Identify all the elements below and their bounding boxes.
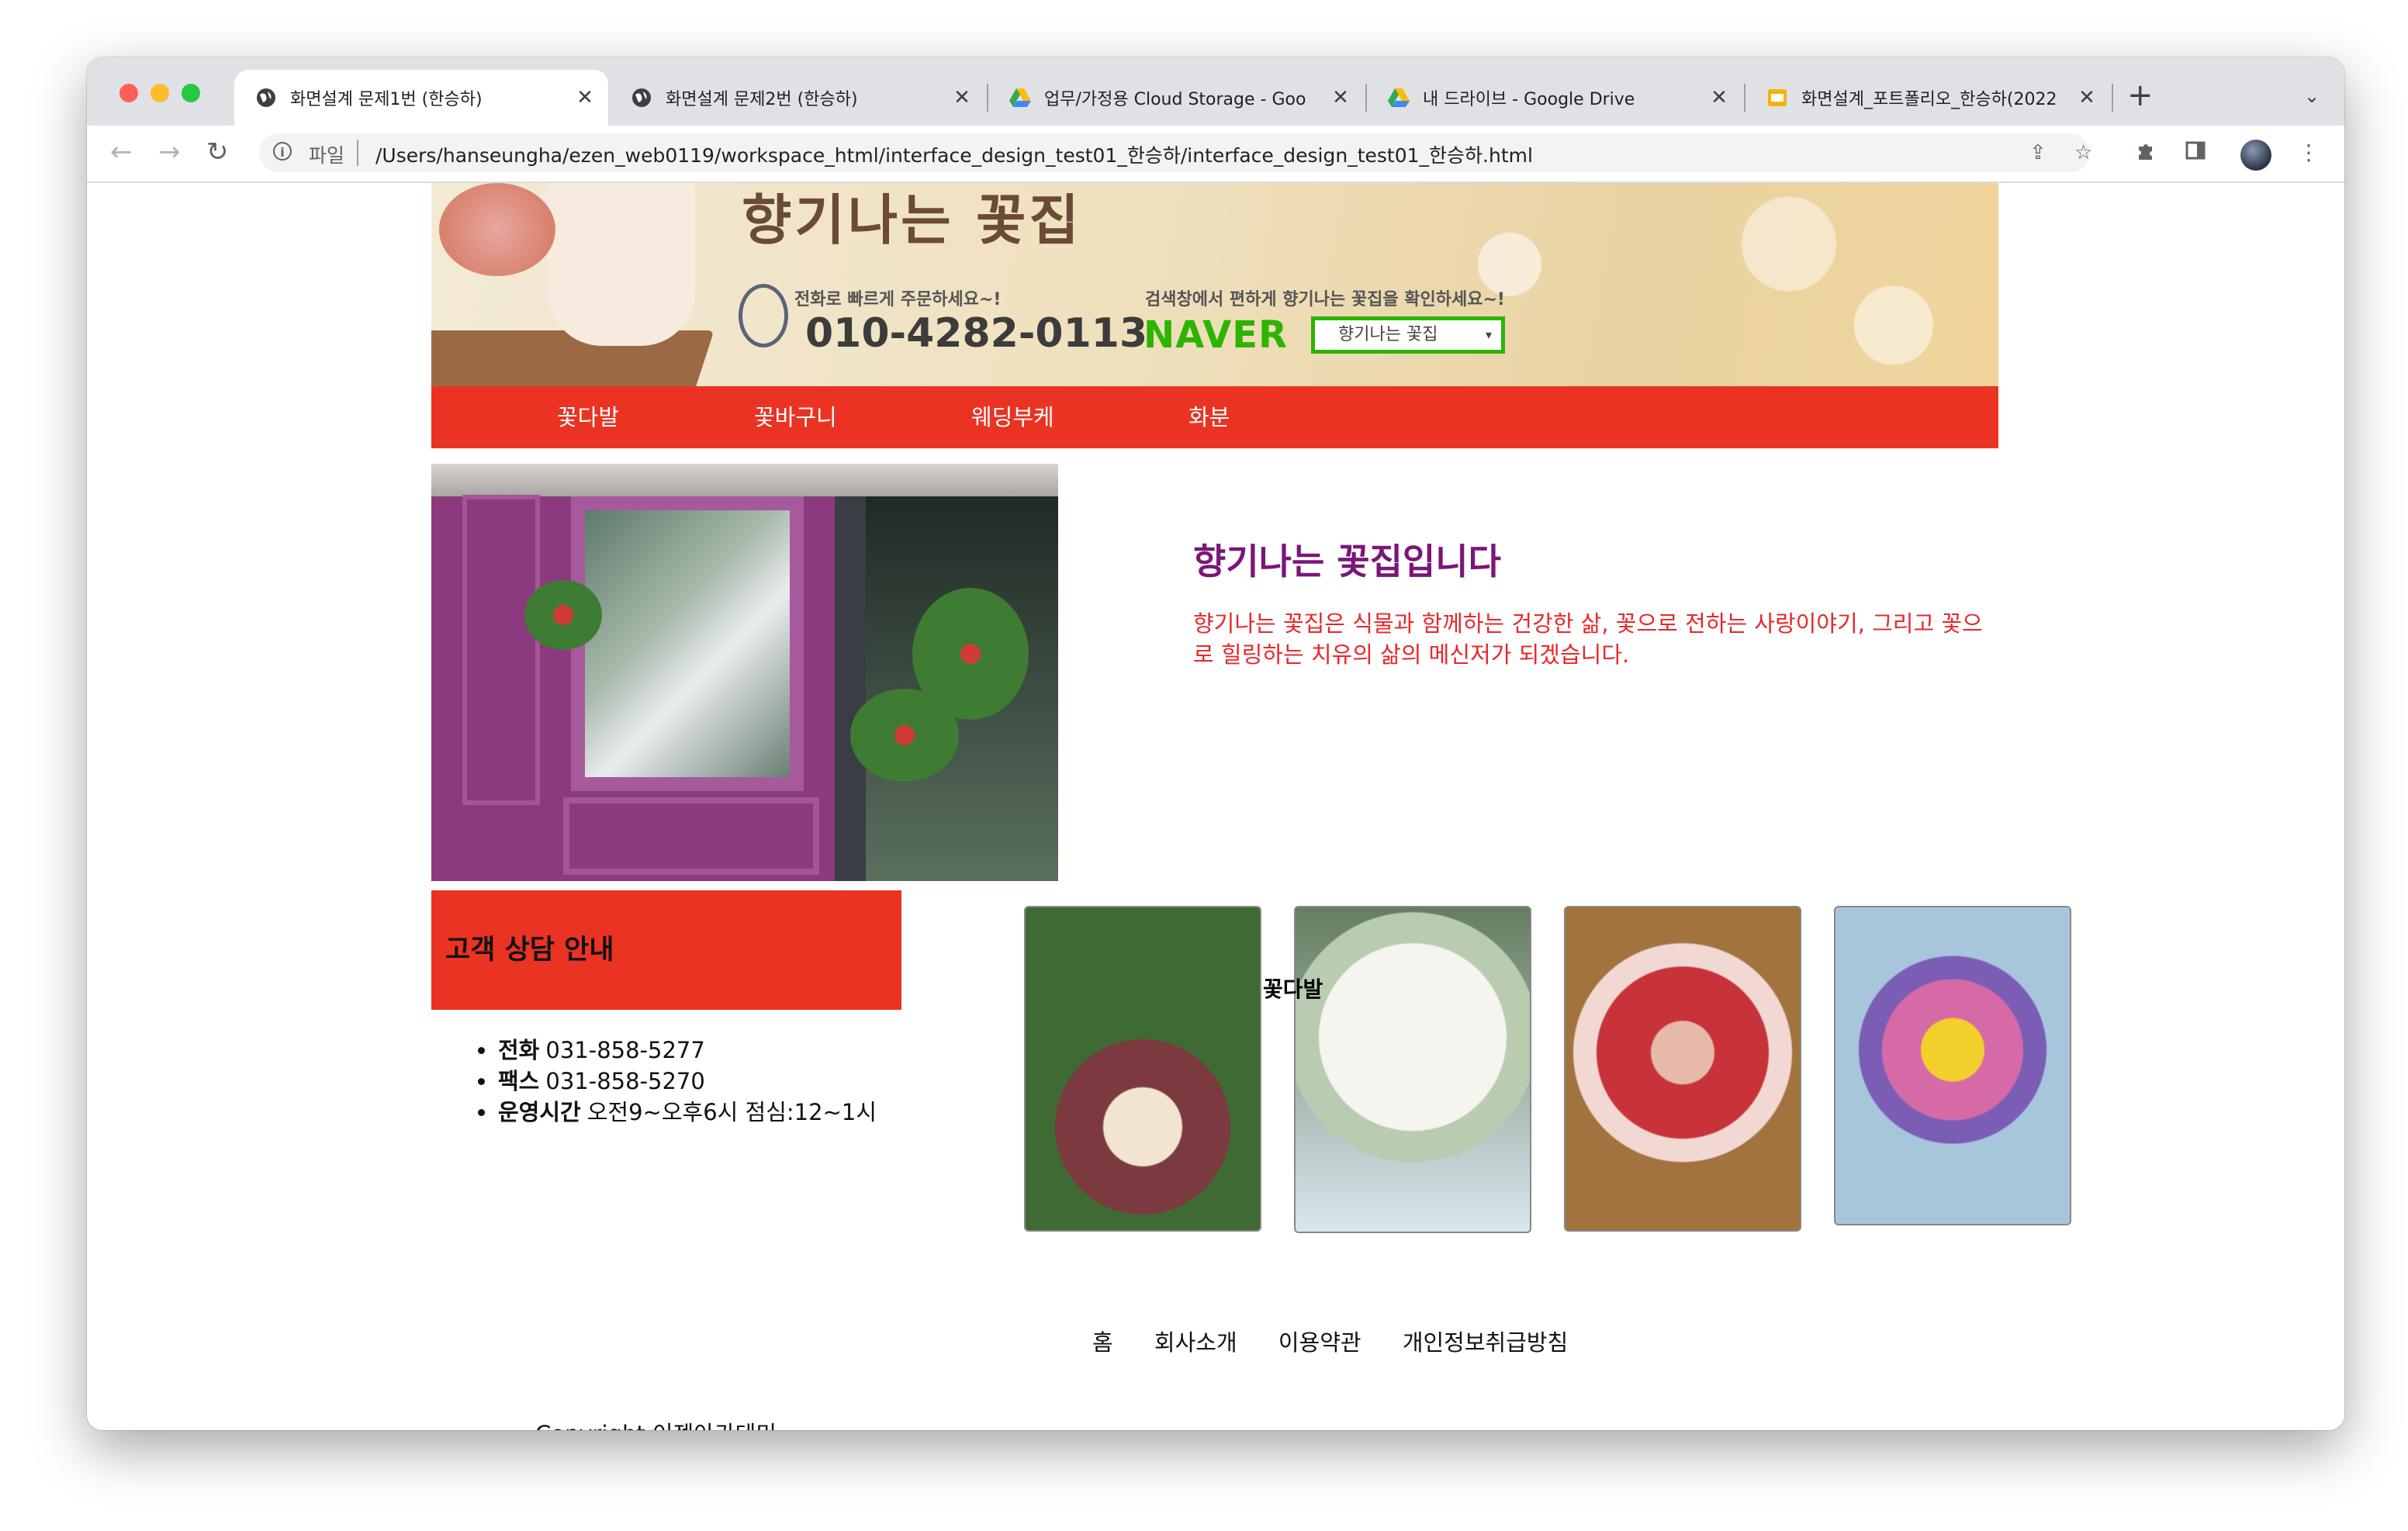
naver-search-text: 향기나는 꽃집: [1338, 325, 1438, 344]
tab-title: 내 드라이브 - Google Drive: [1423, 90, 1635, 109]
phone-value: 031-858-5277: [545, 1037, 705, 1063]
browser-toolbar: ← → ↻ i 파일 /Users/hanseungha/ezen_web011…: [87, 126, 2344, 183]
naver-search-box: 향기나는 꽃집 ▾: [1311, 316, 1505, 354]
address-bar[interactable]: i 파일 /Users/hanseungha/ezen_web0119/work…: [259, 133, 2092, 172]
web-page: 향기나는 꽃집 전화로 빠르게 주문하세요~! 010-4282-0113 검색…: [87, 183, 2344, 1430]
google-drive-icon: [1009, 86, 1032, 109]
footer-links: 홈 회사소개 이용약관 개인정보취급방침: [1092, 1325, 1602, 1357]
site-header-banner: 향기나는 꽃집 전화로 빠르게 주문하세요~! 010-4282-0113 검색…: [431, 183, 1998, 386]
hours-value: 오전9~오후6시 점심:12~1시: [586, 1099, 877, 1125]
close-window-button[interactable]: [119, 84, 138, 102]
nav-item-bouquet[interactable]: 꽃다발: [557, 386, 619, 448]
info-icon[interactable]: i: [273, 142, 292, 161]
hours-label: 운영시간: [498, 1099, 581, 1125]
tab-bar: 화면설계 문제1번 (한승하) ✕ 화면설계 문제2번 (한승하) ✕ 업무/가…: [87, 57, 2344, 126]
bookmark-star-icon[interactable]: ☆: [2074, 141, 2092, 164]
site-logo[interactable]: 향기나는 꽃집: [742, 183, 1082, 255]
google-slides-icon: [1766, 86, 1789, 109]
close-tab-icon[interactable]: ✕: [2076, 86, 2098, 109]
gallery-image-bouquet[interactable]: [1834, 906, 2071, 1225]
address-scheme-label: 파일: [309, 144, 345, 167]
minimize-window-button[interactable]: [150, 84, 169, 102]
footer-link-home[interactable]: 홈: [1092, 1329, 1113, 1356]
tab-google-drive[interactable]: 내 드라이브 - Google Drive ✕: [1367, 70, 1742, 126]
tab-design-q1[interactable]: 화면설계 문제1번 (한승하) ✕: [234, 70, 608, 126]
nav-item-wedding-bouquet[interactable]: 웨딩부케: [971, 386, 1054, 448]
list-item: 운영시간 오전9~오후6시 점심:12~1시: [475, 1097, 909, 1128]
more-menu-icon[interactable]: ⋮: [2298, 140, 2320, 165]
close-tab-icon[interactable]: ✕: [1708, 86, 1730, 109]
tab-design-q2[interactable]: 화면설계 문제2번 (한승하) ✕: [610, 70, 985, 126]
divider: [357, 140, 358, 166]
intro-title: 향기나는 꽃집입니다: [1193, 541, 1501, 582]
tab-title: 화면설계 문제1번 (한승하): [290, 90, 483, 109]
gallery-image-flower-basket[interactable]: [1564, 906, 1801, 1232]
list-item: 전화 031-858-5277: [475, 1035, 909, 1066]
close-tab-icon[interactable]: ✕: [1330, 86, 1351, 109]
fax-value: 031-858-5270: [545, 1068, 705, 1094]
reload-icon[interactable]: ↻: [206, 137, 229, 168]
tab-cloud-storage[interactable]: 업무/가정용 Cloud Storage - Goo ✕: [988, 70, 1364, 126]
search-note: 검색창에서 편하게 향기나는 꽃집을 확인하세요~!: [1145, 290, 1505, 309]
tab-separator: [2112, 84, 2113, 112]
browser-window: 화면설계 문제1번 (한승하) ✕ 화면설계 문제2번 (한승하) ✕ 업무/가…: [87, 57, 2344, 1430]
zoom-window-button[interactable]: [182, 84, 200, 102]
tab-title: 화면설계 문제2번 (한승하): [666, 90, 858, 109]
share-icon[interactable]: ⇪: [2029, 141, 2046, 164]
close-tab-icon[interactable]: ✕: [574, 86, 596, 109]
naver-logo: NAVER: [1143, 313, 1288, 357]
nav-item-basket[interactable]: 꽃바구니: [754, 386, 837, 448]
copyright-text: Copyright 이젠아카데미: [535, 1416, 777, 1430]
phone-label: 전화: [498, 1037, 540, 1063]
globe-icon: [630, 86, 653, 109]
flower-illustration: [439, 183, 555, 276]
shop-front-photo: [431, 464, 1058, 881]
profile-avatar[interactable]: [2240, 140, 2271, 171]
nav-item-flowerpot[interactable]: 화분: [1188, 386, 1230, 448]
new-tab-icon[interactable]: +: [2127, 78, 2154, 113]
tab-title: 업무/가정용 Cloud Storage - Goo: [1044, 90, 1306, 109]
pitcher-illustration: [529, 183, 695, 346]
hearts-background: [1300, 183, 1998, 386]
table-illustration: [431, 330, 714, 386]
tab-title: 화면설계_포트폴리오_한승하(2022: [1801, 90, 2057, 109]
contact-info-list: 전화 031-858-5277 팩스 031-858-5270 운영시간 오전9~오후…: [475, 1035, 909, 1128]
footer-link-company[interactable]: 회사소개: [1154, 1329, 1237, 1356]
consult-header-box: 고객 상담 안내: [431, 890, 901, 1010]
phone-number: 010-4282-0113: [805, 310, 1148, 357]
footer-link-privacy[interactable]: 개인정보취급방침: [1403, 1329, 1568, 1356]
forward-arrow-icon[interactable]: →: [158, 137, 181, 168]
fax-label: 팩스: [498, 1068, 540, 1094]
tab-portfolio[interactable]: 화면설계_포트폴리오_한승하(2022 ✕: [1745, 70, 2110, 126]
gallery-image-wedding-bouquet[interactable]: [1294, 906, 1531, 1233]
consult-title: 고객 상담 안내: [445, 935, 614, 966]
intro-text: 향기나는 꽃집은 식물과 함께하는 건강한 삶, 꽃으로 전하는 사랑이야기, …: [1193, 610, 1983, 668]
close-tab-icon[interactable]: ✕: [951, 86, 973, 109]
phone-icon: [739, 284, 788, 347]
list-item: 팩스 031-858-5270: [475, 1066, 909, 1097]
google-drive-icon: [1387, 86, 1410, 109]
chevron-down-icon[interactable]: ⌄: [2304, 85, 2320, 107]
order-note: 전화로 빠르게 주문하세요~!: [794, 290, 1002, 309]
gallery-caption-overlap: 꽃다발: [1263, 976, 1323, 1002]
globe-icon: [254, 86, 278, 109]
main-nav: 꽃다발 꽃바구니 웨딩부케 화분: [431, 386, 1998, 448]
footer-link-terms[interactable]: 이용약관: [1278, 1329, 1361, 1356]
gallery-image-wreath[interactable]: [1024, 906, 1261, 1232]
back-arrow-icon[interactable]: ←: [110, 137, 133, 168]
extensions-puzzle-icon[interactable]: [2135, 140, 2157, 167]
side-panel-icon[interactable]: [2185, 140, 2206, 167]
dropdown-arrow-icon: ▾: [1485, 327, 1492, 342]
address-url[interactable]: /Users/hanseungha/ezen_web0119/workspace…: [375, 140, 1533, 168]
